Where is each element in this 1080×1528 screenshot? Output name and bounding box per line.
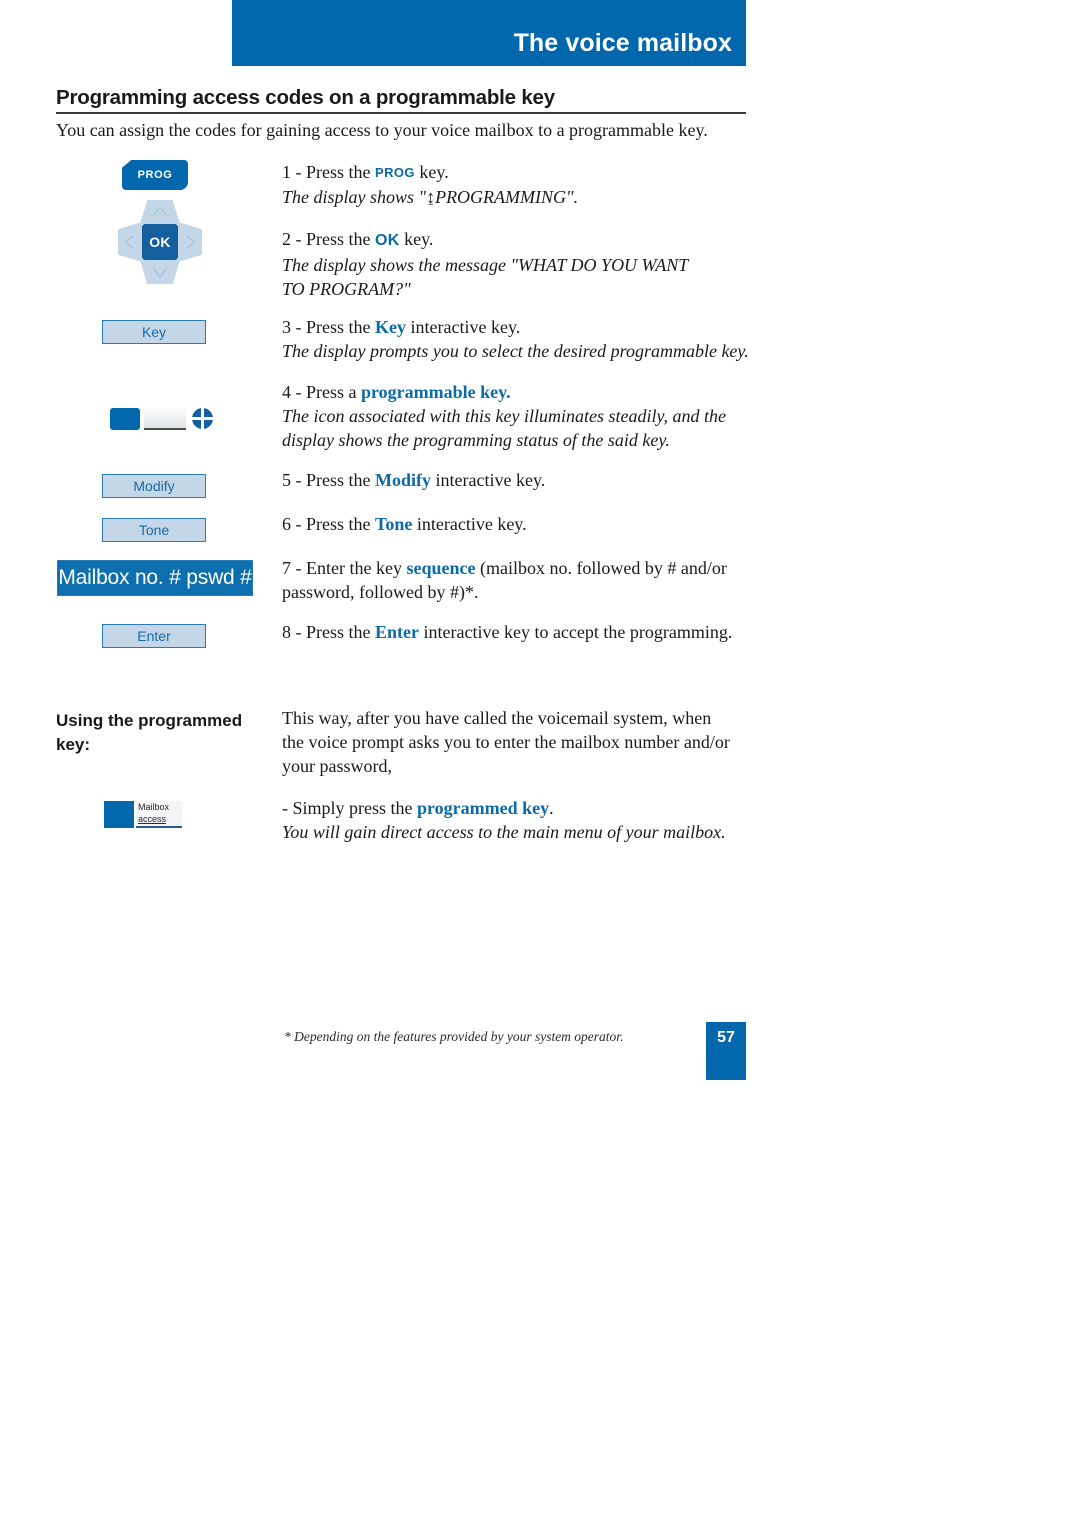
using-heading-line1: Using the programmed — [56, 711, 243, 730]
ok-inline-icon: OK — [375, 232, 400, 249]
programmable-key-lamp — [110, 408, 140, 430]
step-2-instruction: 2 - Press the OK key. — [282, 227, 688, 253]
step-4-instruction: 4 - Press a programmable key. — [282, 380, 726, 404]
step-2-note-line2: TO PROGRAM?" — [282, 279, 411, 299]
mailbox-access-lamp — [104, 801, 134, 828]
mailbox-access-line2: access — [138, 814, 167, 824]
bullet-instruction: - Simply press the programmed key. — [282, 796, 726, 820]
programmable-key-label-strip — [144, 408, 186, 430]
step-2-note-line1: The display shows the message "WHAT DO Y… — [282, 255, 689, 275]
softkey-enter-label: Enter — [137, 628, 171, 644]
bullet-tail: . — [549, 798, 554, 818]
step-1-lead: 1 - Press the — [282, 162, 375, 182]
step-6-keyword: Tone — [375, 514, 413, 534]
mailbox-access-label-strip: Mailbox access — [136, 801, 182, 828]
left-arrow-icon — [124, 235, 133, 249]
softkey-key-label: Key — [141, 324, 167, 340]
step-4-keyword: programmable key. — [361, 382, 511, 402]
phone-display-text: Mailbox no. # pswd # — [58, 566, 252, 589]
step-7: 7 - Enter the key sequence (mailbox no. … — [282, 556, 727, 604]
step-8-instruction: 8 - Press the Enter interactive key to a… — [282, 620, 732, 644]
step-3-lead: 3 - Press the — [282, 317, 375, 337]
mailbox-access-line1: Mailbox — [138, 802, 170, 812]
bullet-lead: - Simply press the — [282, 798, 417, 818]
softkey-modify[interactable]: Modify — [102, 474, 206, 498]
using-programmed-key-heading: Using the programmed key: — [56, 709, 271, 757]
step-3-note: The display prompts you to select the de… — [282, 341, 749, 361]
prog-inline-icon: PROG — [375, 165, 415, 180]
intro-paragraph: You can assign the codes for gaining acc… — [56, 120, 708, 140]
navigation-pad-icon[interactable]: OK — [118, 200, 202, 284]
using-body-line3: your password, — [282, 756, 392, 776]
step-7-lead: 7 - Enter the key — [282, 558, 407, 578]
step-3-tail: interactive key. — [406, 317, 521, 337]
step-5-keyword: Modify — [375, 470, 431, 490]
step-6: 6 - Press the Tone interactive key. — [282, 512, 527, 536]
step-7-instruction: 7 - Enter the key sequence (mailbox no. … — [282, 556, 727, 580]
using-programmed-key-body: This way, after you have called the voic… — [282, 706, 730, 778]
softkey-modify-label: Modify — [133, 478, 175, 494]
programmable-key-icon[interactable] — [110, 406, 213, 434]
step-1-instruction: 1 - Press the PROG key. — [282, 160, 578, 185]
crosshair-circle-icon — [192, 408, 213, 429]
step-5-instruction: 5 - Press the Modify interactive key. — [282, 468, 545, 492]
step-4-note-line1: The icon associated with this key illumi… — [282, 406, 726, 426]
step-8-tail: interactive key to accept the programmin… — [419, 622, 733, 642]
page-number-badge: 57 — [706, 1022, 746, 1080]
softkey-tone[interactable]: Tone — [102, 518, 206, 542]
phone-display-strip: Mailbox no. # pswd # — [57, 560, 253, 596]
page-header-banner: The voice mailbox — [232, 0, 746, 66]
mailbox-access-key-icon[interactable]: Mailbox access — [104, 801, 184, 830]
step-2-tail: key. — [399, 229, 434, 249]
using-body-line1: This way, after you have called the voic… — [282, 708, 712, 728]
step-8-lead: 8 - Press the — [282, 622, 375, 642]
step-5: 5 - Press the Modify interactive key. — [282, 468, 545, 492]
up-arrow-icon — [153, 206, 167, 215]
page-number: 57 — [717, 1029, 735, 1046]
step-4-note-line2: display shows the programming status of … — [282, 430, 670, 450]
using-body-line2: the voice prompt asks you to enter the m… — [282, 732, 730, 752]
using-programmed-key-bullet: - Simply press the programmed key. You w… — [282, 796, 726, 844]
step-8-keyword: Enter — [375, 622, 419, 642]
page-header-title: The voice mailbox — [513, 29, 732, 57]
step-7-keyword: sequence — [406, 558, 476, 578]
prog-key-icon[interactable]: PROG — [122, 160, 188, 190]
softkey-enter[interactable]: Enter — [102, 624, 206, 648]
step-4: 4 - Press a programmable key. The icon a… — [282, 380, 726, 452]
step-2: 2 - Press the OK key. The display shows … — [282, 227, 688, 301]
step-2-lead: 2 - Press the — [282, 229, 375, 249]
ok-key-label: OK — [149, 234, 171, 250]
step-1-tail: key. — [414, 162, 449, 182]
step-6-instruction: 6 - Press the Tone interactive key. — [282, 512, 527, 536]
step-3: 3 - Press the Key interactive key. The d… — [282, 315, 749, 363]
page-title: Programming access codes on a programmab… — [56, 86, 555, 109]
step-8: 8 - Press the Enter interactive key to a… — [282, 620, 732, 644]
step-1-note: The display shows "↨PROGRAMMING". — [282, 187, 579, 207]
step-6-tail: interactive key. — [412, 514, 527, 534]
ok-key-icon[interactable]: OK — [142, 224, 178, 260]
softkey-tone-label: Tone — [138, 522, 170, 538]
step-3-keyword: Key — [375, 317, 406, 337]
step-6-lead: 6 - Press the — [282, 514, 375, 534]
bullet-keyword: programmed key — [417, 798, 550, 818]
step-3-instruction: 3 - Press the Key interactive key. — [282, 315, 749, 339]
prog-key-label: PROG — [137, 169, 173, 181]
title-divider — [56, 112, 746, 114]
down-arrow-icon — [153, 269, 167, 278]
right-arrow-icon — [187, 235, 196, 249]
step-7-line2: password, followed by #)*. — [282, 582, 479, 602]
footnote-text: * Depending on the features provided by … — [284, 1029, 624, 1044]
softkey-key[interactable]: Key — [102, 320, 206, 344]
step-7-tail: (mailbox no. followed by # and/or — [475, 558, 727, 578]
step-1: 1 - Press the PROG key. The display show… — [282, 160, 578, 209]
step-4-lead: 4 - Press a — [282, 382, 361, 402]
step-5-tail: interactive key. — [431, 470, 546, 490]
bullet-note: You will gain direct access to the main … — [282, 822, 726, 842]
using-heading-line2: key: — [56, 735, 91, 754]
step-5-lead: 5 - Press the — [282, 470, 375, 490]
